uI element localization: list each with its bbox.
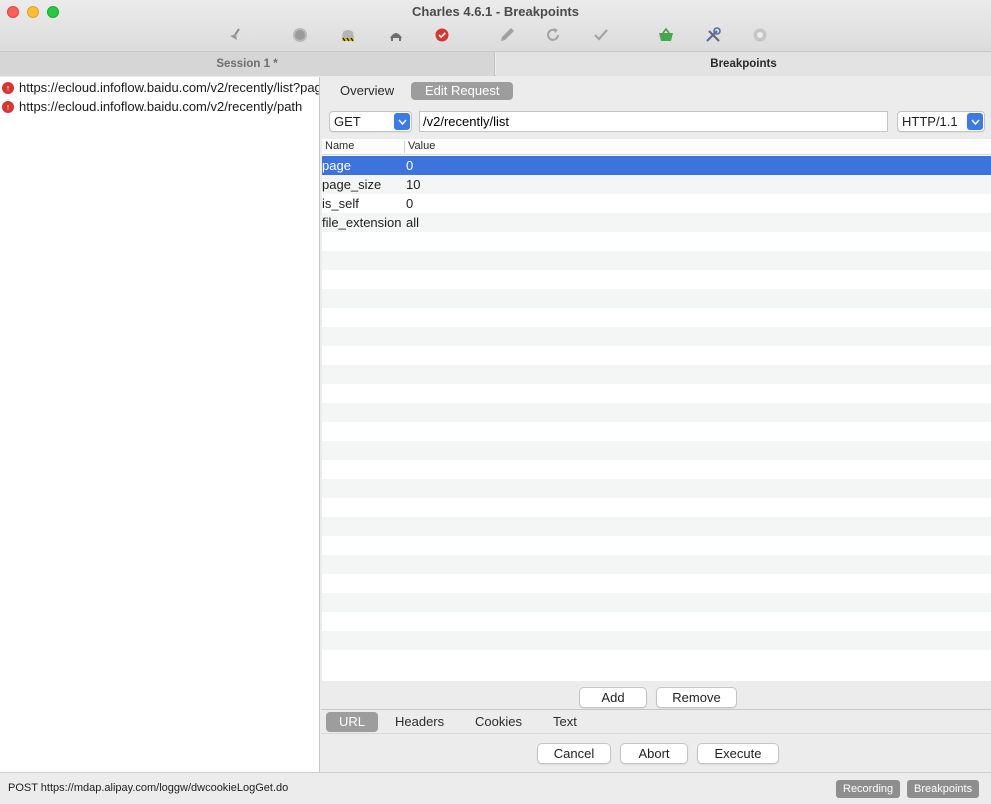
empty-row [322, 441, 991, 460]
empty-row [322, 517, 991, 536]
empty-row [322, 536, 991, 555]
session-tab-bar: Session 1 * Breakpoints [0, 52, 991, 76]
tab-session-1[interactable]: Session 1 * [0, 52, 495, 76]
empty-row [322, 403, 991, 422]
add-param-button[interactable]: Add [579, 687, 647, 708]
breakpoint-url: https://ecloud.infoflow.baidu.com/v2/rec… [19, 80, 319, 95]
chevron-down-icon [967, 113, 983, 130]
title-bar: Charles 4.6.1 - Breakpoints [0, 0, 991, 52]
throttle-icon[interactable] [339, 26, 357, 44]
request-section-tabs: URL Headers Cookies Text [321, 709, 991, 734]
request-editor: Overview Edit Request GET HTTP/1.1 Name … [321, 77, 991, 772]
protocol-value: HTTP/1.1 [902, 114, 958, 129]
method-value: GET [334, 114, 361, 129]
empty-row [322, 593, 991, 612]
tab-breakpoints[interactable]: Breakpoints [496, 52, 991, 76]
empty-row [322, 232, 991, 251]
status-bar: POST https://mdap.alipay.com/loggw/dwcoo… [0, 772, 991, 804]
empty-row [322, 346, 991, 365]
method-select[interactable]: GET [329, 111, 412, 132]
breakpoint-list: ↑ https://ecloud.infoflow.baidu.com/v2/r… [0, 77, 320, 772]
status-text: POST https://mdap.alipay.com/loggw/dwcoo… [8, 782, 289, 794]
breakpoint-request-icon: ↑ [2, 81, 14, 94]
window-title: Charles 4.6.1 - Breakpoints [412, 4, 579, 19]
path-input[interactable] [419, 111, 888, 132]
empty-row [322, 422, 991, 441]
empty-row [322, 384, 991, 403]
breakpoint-icon[interactable] [433, 26, 451, 44]
param-name[interactable]: page_size [322, 175, 404, 194]
param-value[interactable]: all [406, 213, 419, 232]
empty-row [322, 251, 991, 270]
remove-param-button[interactable]: Remove [656, 687, 737, 708]
tab-text[interactable]: Text [540, 712, 590, 732]
params-table-header: Name Value [322, 139, 991, 155]
pen-icon[interactable] [498, 26, 516, 44]
tab-cookies[interactable]: Cookies [462, 712, 535, 732]
column-divider[interactable] [404, 141, 405, 153]
tab-url[interactable]: URL [326, 712, 379, 732]
abort-button[interactable]: Abort [620, 743, 688, 764]
chevron-down-icon [394, 113, 410, 130]
protocol-select[interactable]: HTTP/1.1 [897, 111, 985, 132]
broom-icon[interactable] [227, 26, 245, 44]
column-header-name[interactable]: Name [325, 140, 354, 152]
breakpoint-item[interactable]: ↑ https://ecloud.infoflow.baidu.com/v2/r… [0, 78, 319, 97]
empty-row [322, 308, 991, 327]
tab-headers[interactable]: Headers [382, 712, 457, 732]
param-name[interactable]: is_self [322, 194, 404, 213]
column-header-value[interactable]: Value [408, 140, 435, 152]
empty-row [322, 631, 991, 650]
refresh-icon[interactable] [544, 26, 562, 44]
params-table: Name Value page 0 page_size 10 is_self 0 file_… [322, 139, 991, 681]
breakpoint-url: https://ecloud.infoflow.baidu.com/v2/rec… [19, 99, 303, 114]
param-row[interactable]: page_size 10 [322, 175, 991, 194]
empty-row [322, 650, 991, 669]
empty-row [322, 289, 991, 308]
empty-row [322, 498, 991, 517]
tab-overview[interactable]: Overview [326, 82, 408, 100]
settings-icon[interactable] [751, 26, 769, 44]
empty-row [322, 270, 991, 289]
param-row[interactable]: is_self 0 [322, 194, 991, 213]
param-row[interactable]: page 0 [322, 156, 991, 175]
breakpoint-item[interactable]: ↑ https://ecloud.infoflow.baidu.com/v2/r… [0, 97, 319, 116]
turtle-icon[interactable] [387, 26, 405, 44]
empty-row [322, 365, 991, 384]
param-value[interactable]: 0 [406, 156, 413, 175]
check-icon[interactable] [592, 26, 610, 44]
breakpoint-request-icon: ↑ [2, 100, 14, 113]
empty-row [322, 555, 991, 574]
empty-row [322, 479, 991, 498]
empty-row [322, 327, 991, 346]
execute-button[interactable]: Execute [697, 743, 779, 764]
basket-icon[interactable] [657, 26, 675, 44]
cancel-button[interactable]: Cancel [537, 743, 611, 764]
param-row[interactable]: file_extension all [322, 213, 991, 232]
param-name[interactable]: page [322, 156, 404, 175]
tools-icon[interactable] [704, 26, 722, 44]
breakpoints-button[interactable]: Breakpoints [907, 780, 980, 798]
param-name[interactable]: file_extension [322, 213, 404, 232]
recording-button[interactable]: Recording [836, 780, 901, 798]
param-value[interactable]: 0 [406, 194, 413, 213]
tab-edit-request[interactable]: Edit Request [411, 82, 514, 100]
empty-row [322, 574, 991, 593]
empty-row [322, 460, 991, 479]
param-value[interactable]: 10 [406, 175, 420, 194]
empty-row [322, 612, 991, 631]
record-icon[interactable] [291, 26, 309, 44]
params-table-body: page 0 page_size 10 is_self 0 file_extension al… [322, 156, 991, 669]
